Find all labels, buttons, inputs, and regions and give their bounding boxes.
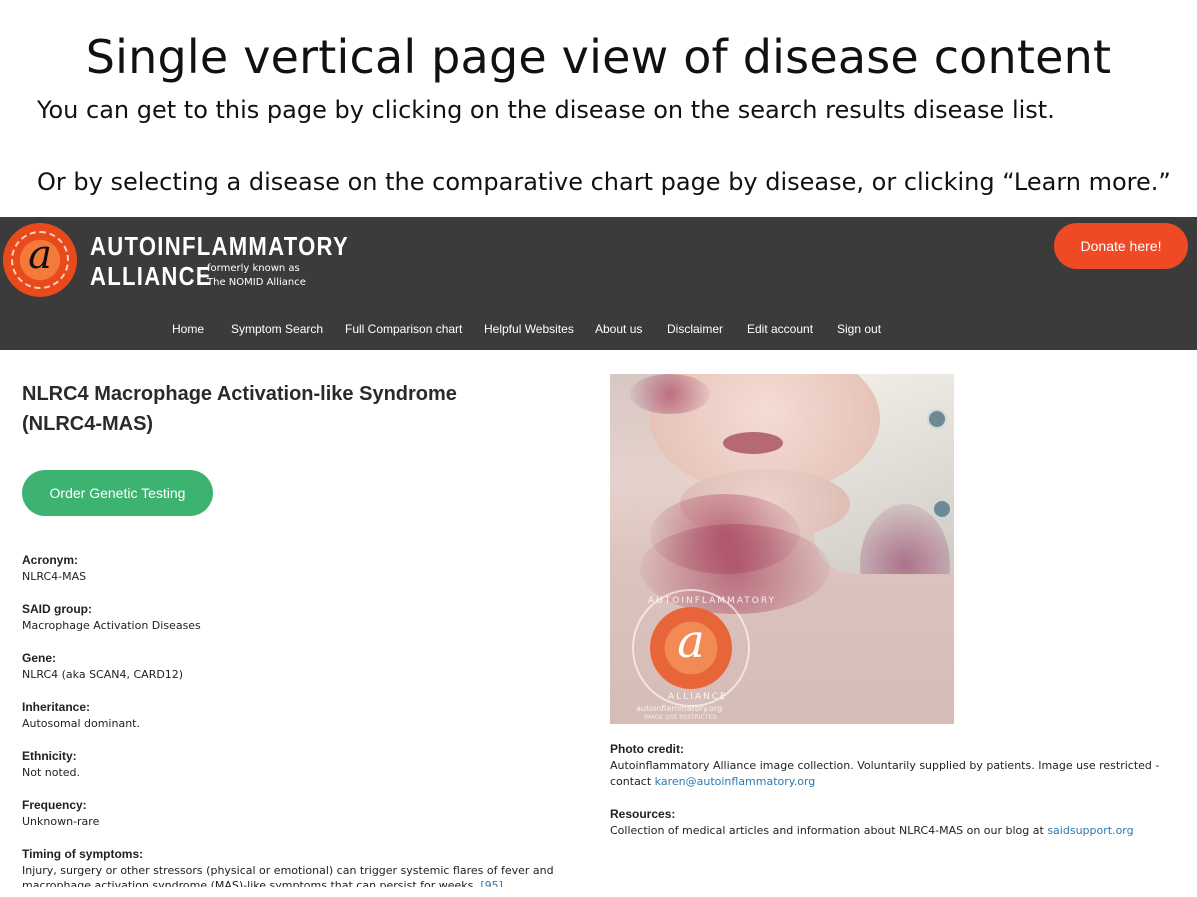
nav-disclaimer[interactable]: Disclaimer xyxy=(667,322,723,336)
order-genetic-testing-button[interactable]: Order Genetic Testing xyxy=(22,470,213,516)
disease-title: NLRC4 Macrophage Activation-like Syndrom… xyxy=(22,383,457,435)
field-frequency: Frequency: Unknown-rare xyxy=(22,798,592,830)
field-acronym: Acronym: NLRC4-MAS xyxy=(22,553,592,585)
field-value: Autosomal dominant. xyxy=(22,717,140,730)
watermark-url: autoinflammatory.org xyxy=(636,704,723,713)
field-value: Not noted. xyxy=(22,766,81,779)
field-value: Unknown-rare xyxy=(22,815,100,828)
main-nav: Home Symptom Search Full Comparison char… xyxy=(0,322,1197,342)
field-inheritance: Inheritance: Autosomal dominant. xyxy=(22,700,592,732)
field-said-group: SAID group: Macrophage Activation Diseas… xyxy=(22,602,592,634)
patient-photo: a AUTOINFLAMMATORY ALLIANCE autoinflamma… xyxy=(610,374,954,724)
brand-name-line2[interactable]: ALLIANCE xyxy=(90,261,212,292)
field-label: Timing of symptoms: xyxy=(22,847,144,861)
field-label: Ethnicity: xyxy=(22,749,77,763)
field-value: Macrophage Activation Diseases xyxy=(22,619,201,632)
saidsupport-link[interactable]: saidsupport.org xyxy=(1047,824,1133,837)
brand-formerly-line2: The NOMID Alliance xyxy=(207,277,306,288)
field-value: NLRC4-MAS xyxy=(22,570,87,583)
field-label: Inheritance: xyxy=(22,700,91,714)
contact-email-link[interactable]: karen@autoinflammatory.org xyxy=(655,775,816,788)
photo-credit: Photo credit: Autoinflammatory Alliance … xyxy=(610,742,1180,790)
watermark-glyph: a xyxy=(677,614,705,668)
photo-credit-label: Photo credit: xyxy=(610,742,684,756)
nav-full-comparison-chart[interactable]: Full Comparison chart xyxy=(345,322,462,336)
nav-home[interactable]: Home xyxy=(172,322,204,336)
watermark-bottom-text: ALLIANCE xyxy=(668,692,728,702)
field-label: SAID group: xyxy=(22,602,92,616)
field-gene: Gene: NLRC4 (aka SCAN4, CARD12) xyxy=(22,651,592,683)
field-ethnicity: Ethnicity: Not noted. xyxy=(22,749,592,781)
field-timing-of-symptoms: Timing of symptoms: Injury, surgery or o… xyxy=(22,847,602,887)
slide-title: Single vertical page view of disease con… xyxy=(85,30,1112,84)
nav-about-us[interactable]: About us xyxy=(595,322,642,336)
nav-edit-account[interactable]: Edit account xyxy=(747,322,813,336)
site-header: a AUTOINFLAMMATORY ALLIANCE formerly kno… xyxy=(0,217,1197,350)
alliance-logo-icon[interactable]: a xyxy=(3,223,77,297)
resources-label: Resources: xyxy=(610,807,676,821)
field-label: Frequency: xyxy=(22,798,87,812)
resources: Resources: Collection of medical article… xyxy=(610,807,1180,839)
watermark-restricted: IMAGE USE RESTRICTED xyxy=(644,714,717,721)
field-value: NLRC4 (aka SCAN4, CARD12) xyxy=(22,668,184,681)
nav-symptom-search[interactable]: Symptom Search xyxy=(231,322,323,336)
brand-name-line1[interactable]: AUTOINFLAMMATORY xyxy=(90,231,349,262)
watermark-top-text: AUTOINFLAMMATORY xyxy=(648,596,777,606)
slide-instruction-2: Or by selecting a disease on the compara… xyxy=(37,168,1171,196)
photo-credit-text: Autoinflammatory Alliance image collecti… xyxy=(610,759,1160,788)
slide-instruction-1: You can get to this page by clicking on … xyxy=(37,96,1055,124)
resources-text: Collection of medical articles and infor… xyxy=(610,824,1134,837)
nav-sign-out[interactable]: Sign out xyxy=(837,322,881,336)
brand-formerly-line1: formerly known as xyxy=(207,263,300,274)
field-value: Injury, surgery or other stressors (phys… xyxy=(22,863,602,887)
donate-button[interactable]: Donate here! xyxy=(1054,223,1188,269)
field-label: Gene: xyxy=(22,651,57,665)
field-label: Acronym: xyxy=(22,553,79,567)
nav-helpful-websites[interactable]: Helpful Websites xyxy=(484,322,574,336)
reference-link[interactable]: [95] xyxy=(480,879,503,887)
